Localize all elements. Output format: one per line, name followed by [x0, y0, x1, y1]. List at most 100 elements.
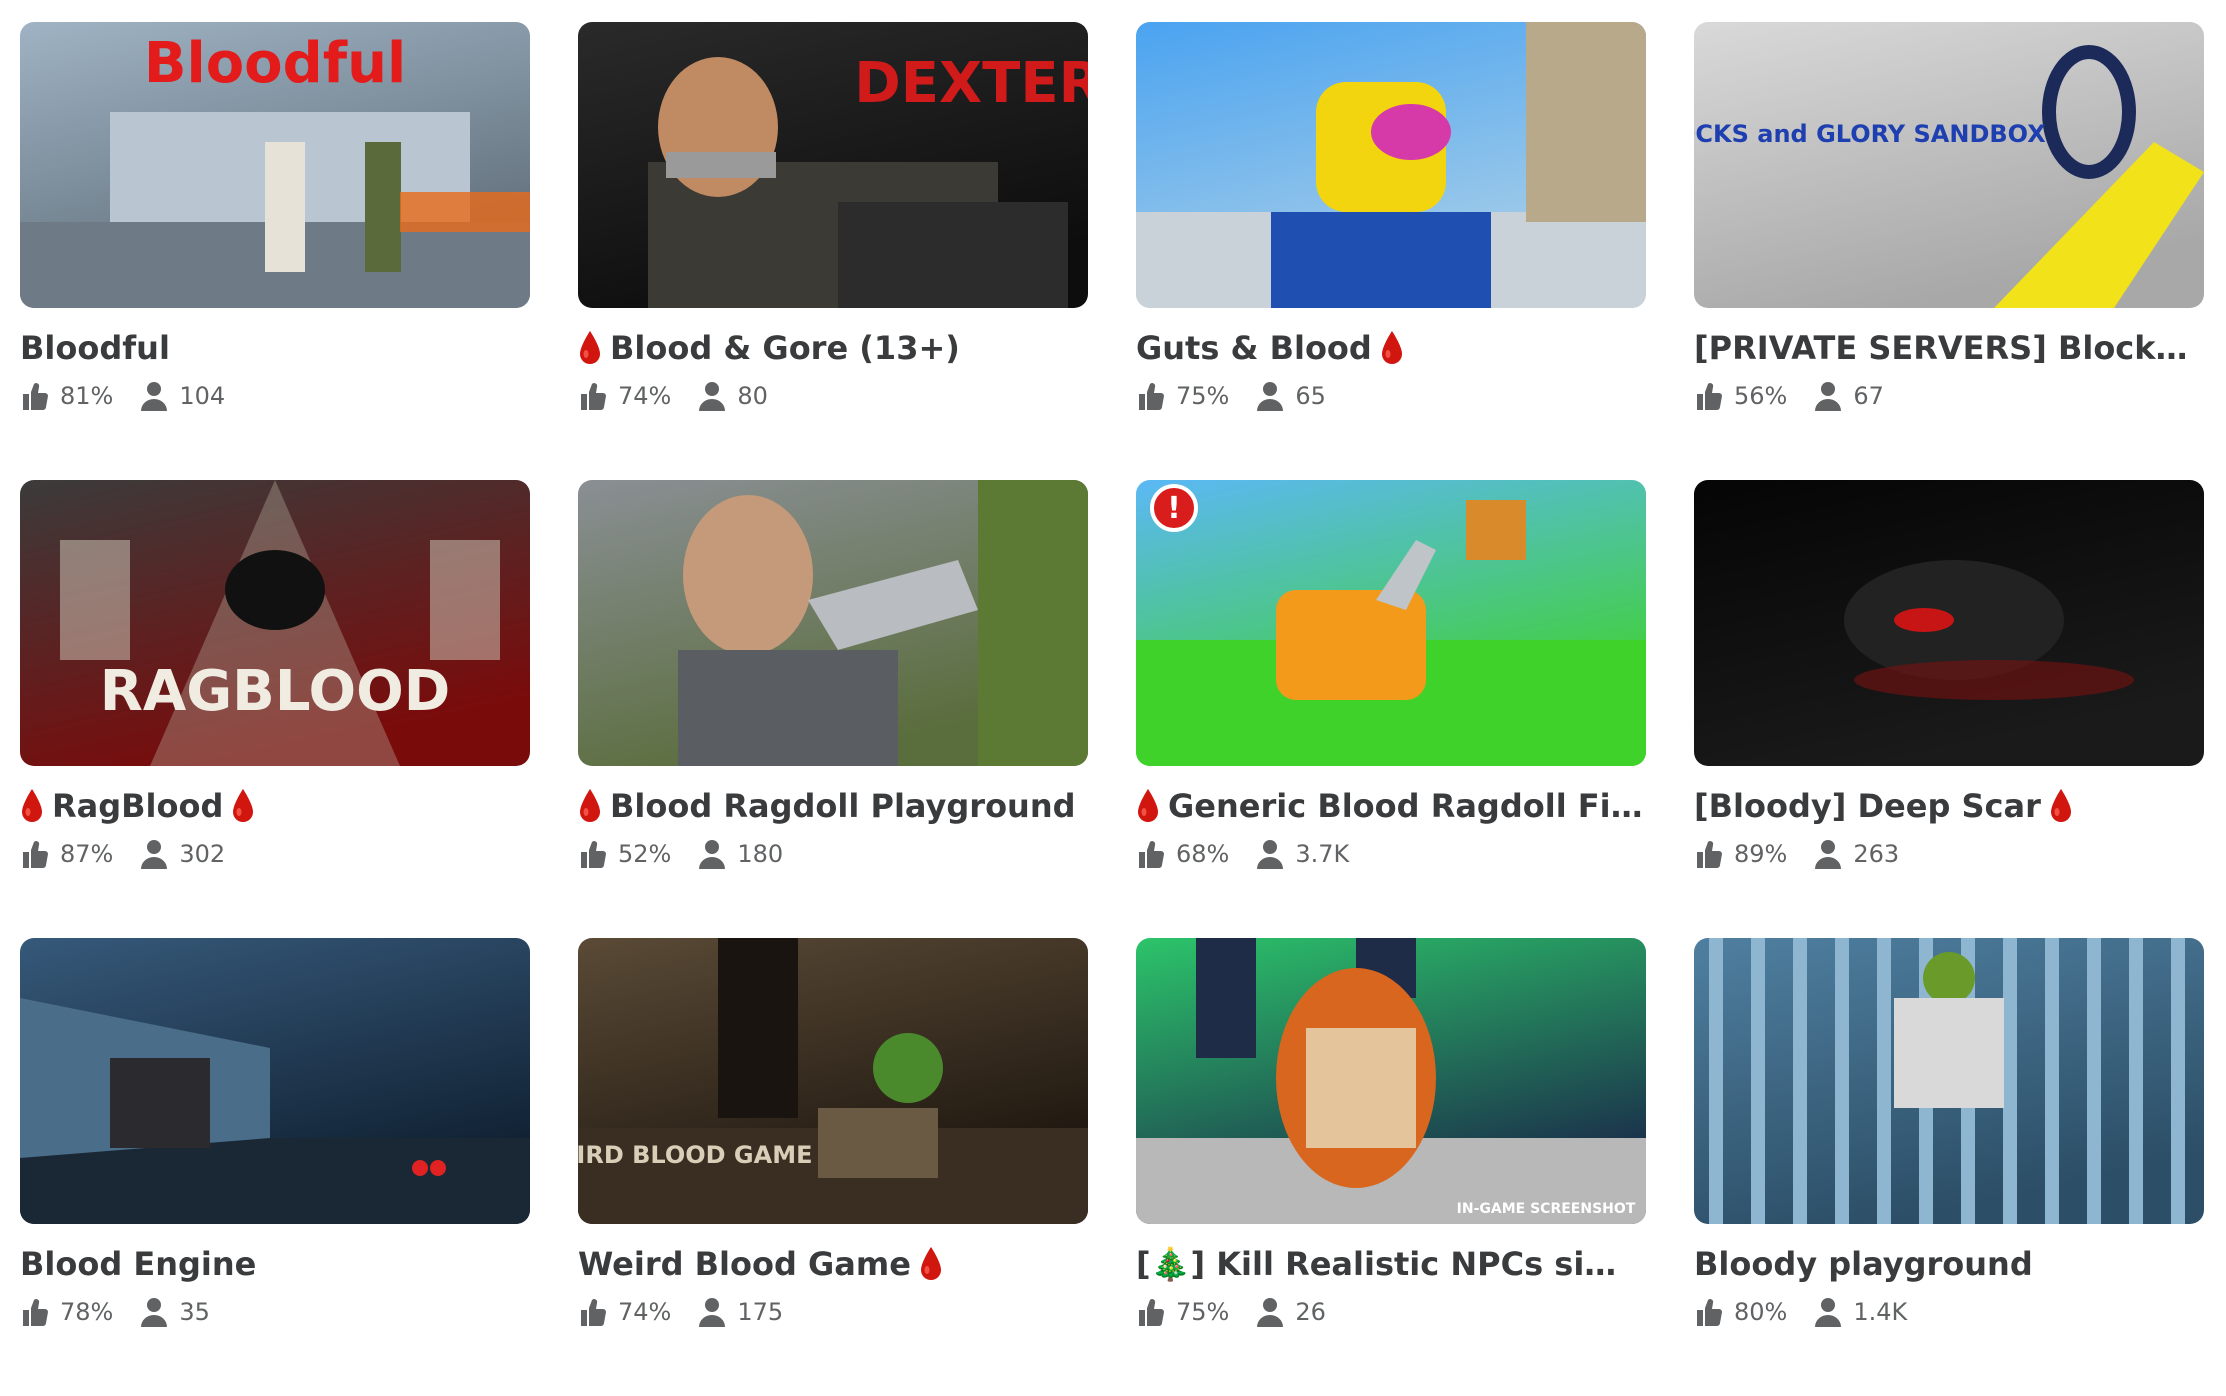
- game-stats: 89% 263: [1694, 836, 2204, 872]
- game-title[interactable]: Blood Engine: [20, 1242, 530, 1286]
- players-stat: 175: [697, 1296, 783, 1328]
- game-card[interactable]: [Bloody] Deep Scar 89% 263: [1694, 480, 2204, 938]
- rating-stat: 81%: [20, 380, 113, 412]
- svg-text:IN-GAME SCREENSHOT: IN-GAME SCREENSHOT: [1457, 1201, 1636, 1217]
- game-title[interactable]: [🎄] Kill Realistic NPCs simulat...: [1136, 1242, 1646, 1286]
- svg-text:WEIRD BLOOD GAME: WEIRD BLOOD GAME: [578, 1141, 812, 1169]
- rating-stat: 56%: [1694, 380, 1787, 412]
- rating-value: 74%: [618, 1298, 672, 1326]
- rating-stat: 89%: [1694, 838, 1787, 870]
- thumbs-up-icon: [581, 841, 606, 868]
- players-stat: 104: [139, 380, 225, 412]
- thumbs-up-icon: [23, 383, 48, 410]
- players-value: 65: [1295, 382, 1326, 410]
- game-thumbnail[interactable]: DEXTER: [578, 22, 1088, 308]
- game-card[interactable]: ! Generic Blood Ragdoll Fight... 68% 3.7K: [1136, 480, 1646, 938]
- players-stat: 65: [1255, 380, 1326, 412]
- game-thumbnail[interactable]: [1694, 480, 2204, 766]
- game-card[interactable]: Bloody playground 80% 1.4K: [1694, 938, 2204, 1396]
- thumbnail-art: [1136, 22, 1646, 308]
- game-title[interactable]: [Bloody] Deep Scar: [1694, 784, 2204, 828]
- rating-stat: 52%: [578, 838, 671, 870]
- game-card[interactable]: Guts & Blood 75% 65: [1136, 22, 1646, 480]
- game-card[interactable]: WEIRD BLOOD GAME Weird Blood Game 74% 175: [578, 938, 1088, 1396]
- game-card[interactable]: IN-GAME SCREENSHOT [🎄] Kill Realistic NPC…: [1136, 938, 1646, 1396]
- thumbnail-art: WEIRD BLOOD GAME: [578, 938, 1088, 1224]
- game-thumbnail[interactable]: [20, 938, 530, 1224]
- game-grid: Bloodful Bloodful 81% 104 DEXTER Blood & Gore…: [20, 22, 2204, 1396]
- person-icon: [141, 382, 168, 411]
- players-stat: 263: [1813, 838, 1899, 870]
- rating-value: 89%: [1734, 840, 1788, 868]
- game-card[interactable]: Blood Ragdoll Playground 52% 180: [578, 480, 1088, 938]
- game-title[interactable]: Blood & Gore (13+): [578, 326, 1088, 370]
- players-stat: 35: [139, 1296, 210, 1328]
- rating-stat: 78%: [20, 1296, 113, 1328]
- game-card[interactable]: RAGBLOOD RagBlood 87% 302: [20, 480, 530, 938]
- game-title-text: [Bloody] Deep Scar: [1694, 787, 2041, 825]
- game-stats: 56% 67: [1694, 378, 2204, 414]
- rating-value: 87%: [60, 840, 114, 868]
- blood-drop-icon: [22, 789, 42, 822]
- thumbs-up-icon: [1697, 841, 1722, 868]
- svg-text:!: !: [1167, 491, 1181, 526]
- person-icon: [699, 382, 726, 411]
- players-stat: 80: [697, 380, 768, 412]
- game-thumbnail[interactable]: [1136, 22, 1646, 308]
- blood-drop-icon: [920, 1247, 941, 1280]
- thumbnail-art: [20, 938, 530, 1224]
- game-thumbnail[interactable]: [1694, 938, 2204, 1224]
- game-card[interactable]: Blood Engine 78% 35: [20, 938, 530, 1396]
- svg-text:RAGBLOOD: RAGBLOOD: [100, 659, 451, 724]
- thumbnail-art: DEXTER: [578, 22, 1088, 308]
- person-icon: [1257, 840, 1284, 869]
- players-value: 67: [1853, 382, 1884, 410]
- blood-drop-icon: [1138, 789, 1158, 822]
- game-thumbnail[interactable]: Bloodful: [20, 22, 530, 308]
- game-title[interactable]: Blood Ragdoll Playground: [578, 784, 1088, 828]
- game-stats: 52% 180: [578, 836, 1088, 872]
- game-stats: 75% 26: [1136, 1294, 1646, 1330]
- thumbnail-art: IN-GAME SCREENSHOT: [1136, 938, 1646, 1224]
- game-title[interactable]: [PRIVATE SERVERS] Blocks and...: [1694, 326, 2204, 370]
- person-icon: [1815, 840, 1842, 869]
- thumbnail-art: !: [1136, 480, 1646, 766]
- rating-value: 75%: [1176, 382, 1230, 410]
- players-stat: 180: [697, 838, 783, 870]
- game-title-text: Blood Ragdoll Playground: [610, 787, 1076, 825]
- game-title-text: Blood & Gore (13+): [610, 329, 960, 367]
- game-title[interactable]: Weird Blood Game: [578, 1242, 1088, 1286]
- game-thumbnail[interactable]: !: [1136, 480, 1646, 766]
- game-stats: 81% 104: [20, 378, 530, 414]
- game-title[interactable]: Generic Blood Ragdoll Fight...: [1136, 784, 1646, 828]
- game-card[interactable]: BLOCKS and GLORY SANDBOX [PRIVATE SERVERS…: [1694, 22, 2204, 480]
- game-title[interactable]: Guts & Blood: [1136, 326, 1646, 370]
- game-title[interactable]: Bloody playground: [1694, 1242, 2204, 1286]
- game-thumbnail[interactable]: WEIRD BLOOD GAME: [578, 938, 1088, 1224]
- players-value: 104: [179, 382, 226, 410]
- game-thumbnail[interactable]: IN-GAME SCREENSHOT: [1136, 938, 1646, 1224]
- players-stat: 26: [1255, 1296, 1326, 1328]
- players-value: 3.7K: [1295, 840, 1350, 868]
- rating-stat: 80%: [1694, 1296, 1787, 1328]
- thumbnail-art: [1694, 938, 2204, 1224]
- game-card[interactable]: Bloodful Bloodful 81% 104: [20, 22, 530, 480]
- thumbs-up-icon: [1697, 1299, 1722, 1326]
- game-title[interactable]: RagBlood: [20, 784, 530, 828]
- game-stats: 68% 3.7K: [1136, 836, 1646, 872]
- players-value: 263: [1853, 840, 1900, 868]
- game-card[interactable]: DEXTER Blood & Gore (13+) 74% 80: [578, 22, 1088, 480]
- game-thumbnail[interactable]: RAGBLOOD: [20, 480, 530, 766]
- rating-value: 52%: [618, 840, 672, 868]
- game-title-text: [🎄] Kill Realistic NPCs simulat...: [1136, 1245, 1646, 1283]
- person-icon: [141, 840, 168, 869]
- players-value: 180: [737, 840, 784, 868]
- rating-stat: 75%: [1136, 380, 1229, 412]
- svg-text:Bloodful: Bloodful: [144, 31, 406, 96]
- game-stats: 74% 80: [578, 378, 1088, 414]
- game-title[interactable]: Bloodful: [20, 326, 530, 370]
- svg-text:DEXTER: DEXTER: [854, 51, 1088, 116]
- game-thumbnail[interactable]: [578, 480, 1088, 766]
- game-thumbnail[interactable]: BLOCKS and GLORY SANDBOX: [1694, 22, 2204, 308]
- person-icon: [699, 1298, 726, 1327]
